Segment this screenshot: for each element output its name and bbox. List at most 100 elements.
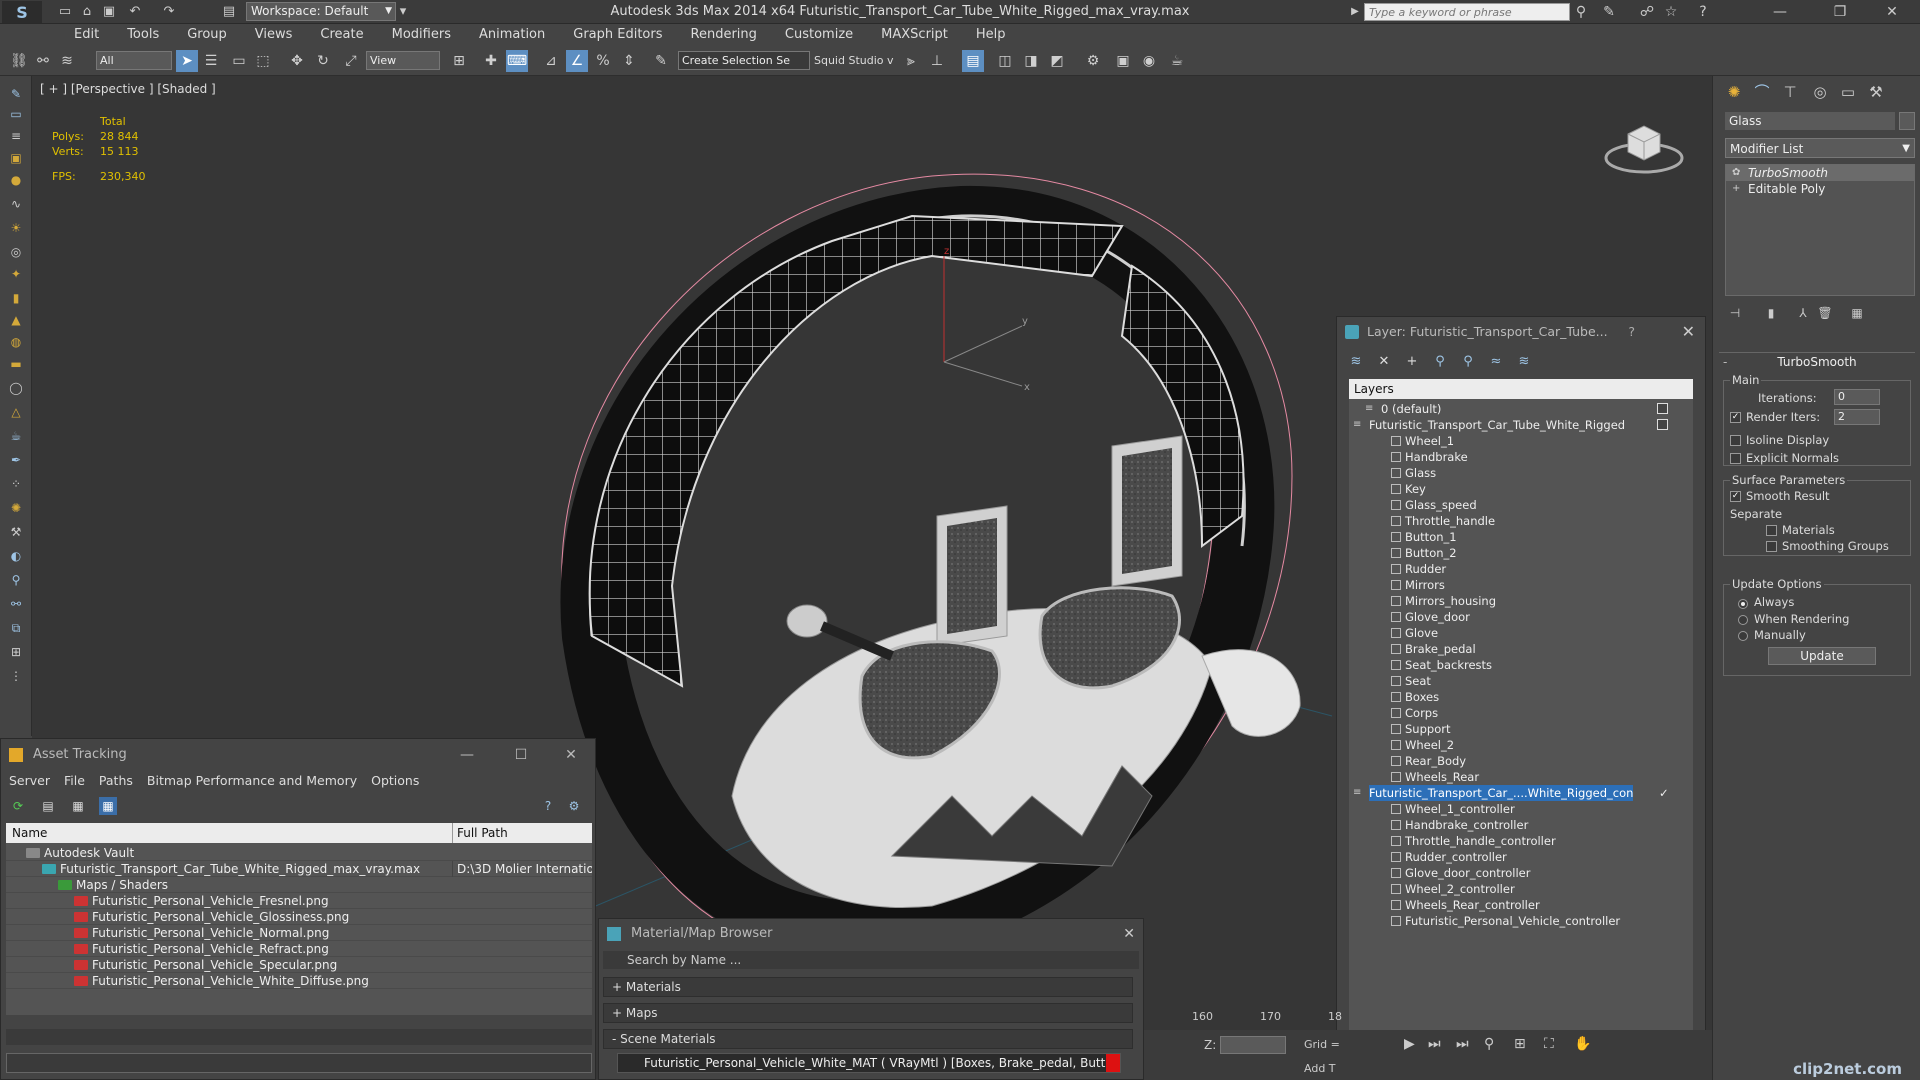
update-manually-radio[interactable] — [1738, 631, 1748, 641]
communication-icon[interactable]: ☍ — [1638, 3, 1656, 21]
asset-row[interactable]: Futuristic_Personal_Vehicle_Fresnel.png — [6, 893, 592, 909]
rect-selection-icon[interactable]: ▭ — [228, 50, 250, 72]
select-by-name-icon[interactable]: ☰ — [200, 50, 222, 72]
selection-filter-dropdown[interactable]: All — [96, 51, 172, 70]
menu-group[interactable]: Group — [173, 24, 241, 46]
iterations-spinner[interactable]: 0 — [1834, 389, 1880, 405]
select-manipulate-icon[interactable]: ✚ — [480, 50, 502, 72]
zoom-icon[interactable]: ⚲ — [1484, 1036, 1494, 1052]
rotate-icon[interactable]: ↻ — [312, 50, 334, 72]
redo-icon[interactable]: ↷ — [160, 3, 178, 21]
list-view-icon[interactable]: ▤ — [39, 797, 57, 815]
bind-space-warp-icon[interactable]: ≋ — [56, 50, 78, 72]
layer-row[interactable]: ≡ Futuristic_Transport_Car_....White_Rigg… — [1349, 785, 1693, 801]
expand-arrow-icon[interactable]: ▶ — [1346, 3, 1364, 21]
spinner-snap-icon[interactable]: ⇕ — [618, 50, 640, 72]
bone-icon[interactable]: ⚯ — [7, 596, 25, 612]
schematic-view-icon[interactable]: ◨ — [1020, 50, 1042, 72]
teapot-icon[interactable]: ☕ — [7, 428, 25, 444]
object-row[interactable]: Mirrors_housing — [1349, 593, 1693, 609]
object-row[interactable]: Corps — [1349, 705, 1693, 721]
edit-tool-icon[interactable]: ▭ — [7, 106, 25, 122]
visibility-toggle[interactable] — [1657, 403, 1668, 414]
move-icon[interactable]: ✥ — [286, 50, 308, 72]
box-icon[interactable]: ▣ — [7, 150, 25, 166]
material-editor-icon[interactable]: ◩ — [1046, 50, 1068, 72]
object-row[interactable]: Boxes — [1349, 689, 1693, 705]
minimize-button[interactable]: — — [1760, 0, 1800, 24]
grid-view-icon[interactable]: ▦ — [99, 797, 117, 815]
network-icon[interactable]: ⧉ — [7, 620, 25, 636]
curve-editor-icon[interactable]: ◫ — [994, 50, 1016, 72]
menu-help[interactable]: Help — [962, 24, 1020, 46]
pan-icon[interactable]: ✋ — [1574, 1036, 1591, 1052]
object-row[interactable]: Futuristic_Personal_Vehicle_controller — [1349, 913, 1693, 929]
plane-icon[interactable]: ▬ — [7, 356, 25, 372]
asset-menu-paths[interactable]: Paths — [99, 771, 147, 791]
refresh-icon[interactable]: ⟳ — [9, 797, 27, 815]
menu-views[interactable]: Views — [241, 24, 307, 46]
rendered-frame-window-icon[interactable]: ▣ — [1112, 50, 1134, 72]
cylinder-icon[interactable]: ▮ — [7, 290, 25, 306]
asset-row[interactable]: Futuristic_Personal_Vehicle_White_Diffus… — [6, 973, 592, 989]
viewport-label[interactable]: [ + ] [Perspective ] [Shaded ] — [40, 82, 216, 96]
menu-edit[interactable]: Edit — [60, 24, 113, 46]
asset-menu-bitmap[interactable]: Bitmap Performance and Memory — [147, 771, 371, 791]
horizontal-scrollbar[interactable] — [6, 1029, 592, 1045]
visibility-toggle[interactable] — [1657, 419, 1668, 430]
object-row[interactable]: Glove_door_controller — [1349, 865, 1693, 881]
scale-icon[interactable]: ⤢ — [340, 50, 362, 72]
column-full-path[interactable]: Full Path — [452, 823, 592, 843]
maps-group[interactable]: + Maps — [603, 1003, 1133, 1023]
asset-row[interactable]: Futuristic_Personal_Vehicle_Refract.png — [6, 941, 592, 957]
turbosmooth-rollout-header[interactable]: - TurboSmooth — [1719, 352, 1915, 370]
object-row[interactable]: Handbrake — [1349, 449, 1693, 465]
object-row[interactable]: Throttle_handle_controller — [1349, 833, 1693, 849]
make-unique-icon[interactable]: ⅄ — [1793, 304, 1813, 322]
scene-material-item[interactable]: Futuristic_Personal_Vehicle_White_MAT ( … — [617, 1053, 1121, 1073]
mirror-icon[interactable]: ⫸ — [900, 50, 922, 72]
workspace-dropdown[interactable]: Workspace: Default ▼ — [246, 2, 396, 21]
menu-create[interactable]: Create — [306, 24, 377, 46]
window-crossing-icon[interactable]: ⬚ — [252, 50, 274, 72]
z-coord-field[interactable] — [1220, 1036, 1286, 1054]
object-row[interactable]: Glove — [1349, 625, 1693, 641]
motion-tab-icon[interactable]: ◎ — [1807, 80, 1833, 104]
scatter-icon[interactable]: ⁘ — [7, 476, 25, 492]
current-layer-check-icon[interactable]: ✓ — [1659, 785, 1669, 801]
object-row[interactable]: Rear_Body — [1349, 753, 1693, 769]
undo-icon[interactable]: ↶ — [126, 3, 144, 21]
camera-icon[interactable]: ◎ — [7, 244, 25, 260]
update-button[interactable]: Update — [1768, 647, 1876, 665]
material-search-input[interactable]: Search by Name ... — [603, 951, 1139, 969]
chevron-down-icon[interactable]: ▾ — [394, 3, 412, 21]
grid-icon[interactable]: ⊞ — [7, 644, 25, 660]
list-icon[interactable]: ≡ — [7, 128, 25, 144]
favorites-star-icon[interactable]: ☆ — [1662, 3, 1680, 21]
freeze-all-icon[interactable]: ≋ — [1513, 351, 1535, 373]
modifier-icon[interactable]: ⚒ — [7, 524, 25, 540]
materials-group[interactable]: + Materials — [603, 977, 1133, 997]
smooth-result-checkbox[interactable]: ✓ — [1730, 491, 1741, 502]
object-row[interactable]: Wheel_1_controller — [1349, 801, 1693, 817]
update-always-radio[interactable] — [1738, 599, 1748, 609]
close-icon[interactable]: ✕ — [1682, 317, 1695, 347]
paint-icon[interactable]: ✒ — [7, 452, 25, 468]
save-file-icon[interactable]: ▣ — [100, 3, 118, 21]
snaps-toggle-icon[interactable]: ⊿ — [540, 50, 562, 72]
object-row[interactable]: Wheel_2_controller — [1349, 881, 1693, 897]
object-row[interactable]: Button_2 — [1349, 545, 1693, 561]
show-end-result-icon[interactable]: ▮ — [1761, 304, 1781, 322]
layers-column-header[interactable]: Layers — [1349, 379, 1693, 399]
asset-status-field[interactable] — [6, 1053, 592, 1073]
asset-row[interactable]: Futuristic_Personal_Vehicle_Normal.png — [6, 925, 592, 941]
material-browser-titlebar[interactable]: Material/Map Browser ✕ — [599, 919, 1145, 949]
search-input[interactable]: Type a keyword or phrase — [1364, 3, 1570, 21]
object-row[interactable]: Glass — [1349, 465, 1693, 481]
menu-tools[interactable]: Tools — [113, 24, 173, 46]
object-row[interactable]: Rudder_controller — [1349, 849, 1693, 865]
helper-icon[interactable]: ✦ — [7, 266, 25, 282]
spline-icon[interactable]: ∿ — [7, 196, 25, 212]
stack-item-turbosmooth[interactable]: ✿ TurboSmooth — [1726, 165, 1914, 181]
project-folder-icon[interactable]: ▤ — [220, 3, 238, 21]
